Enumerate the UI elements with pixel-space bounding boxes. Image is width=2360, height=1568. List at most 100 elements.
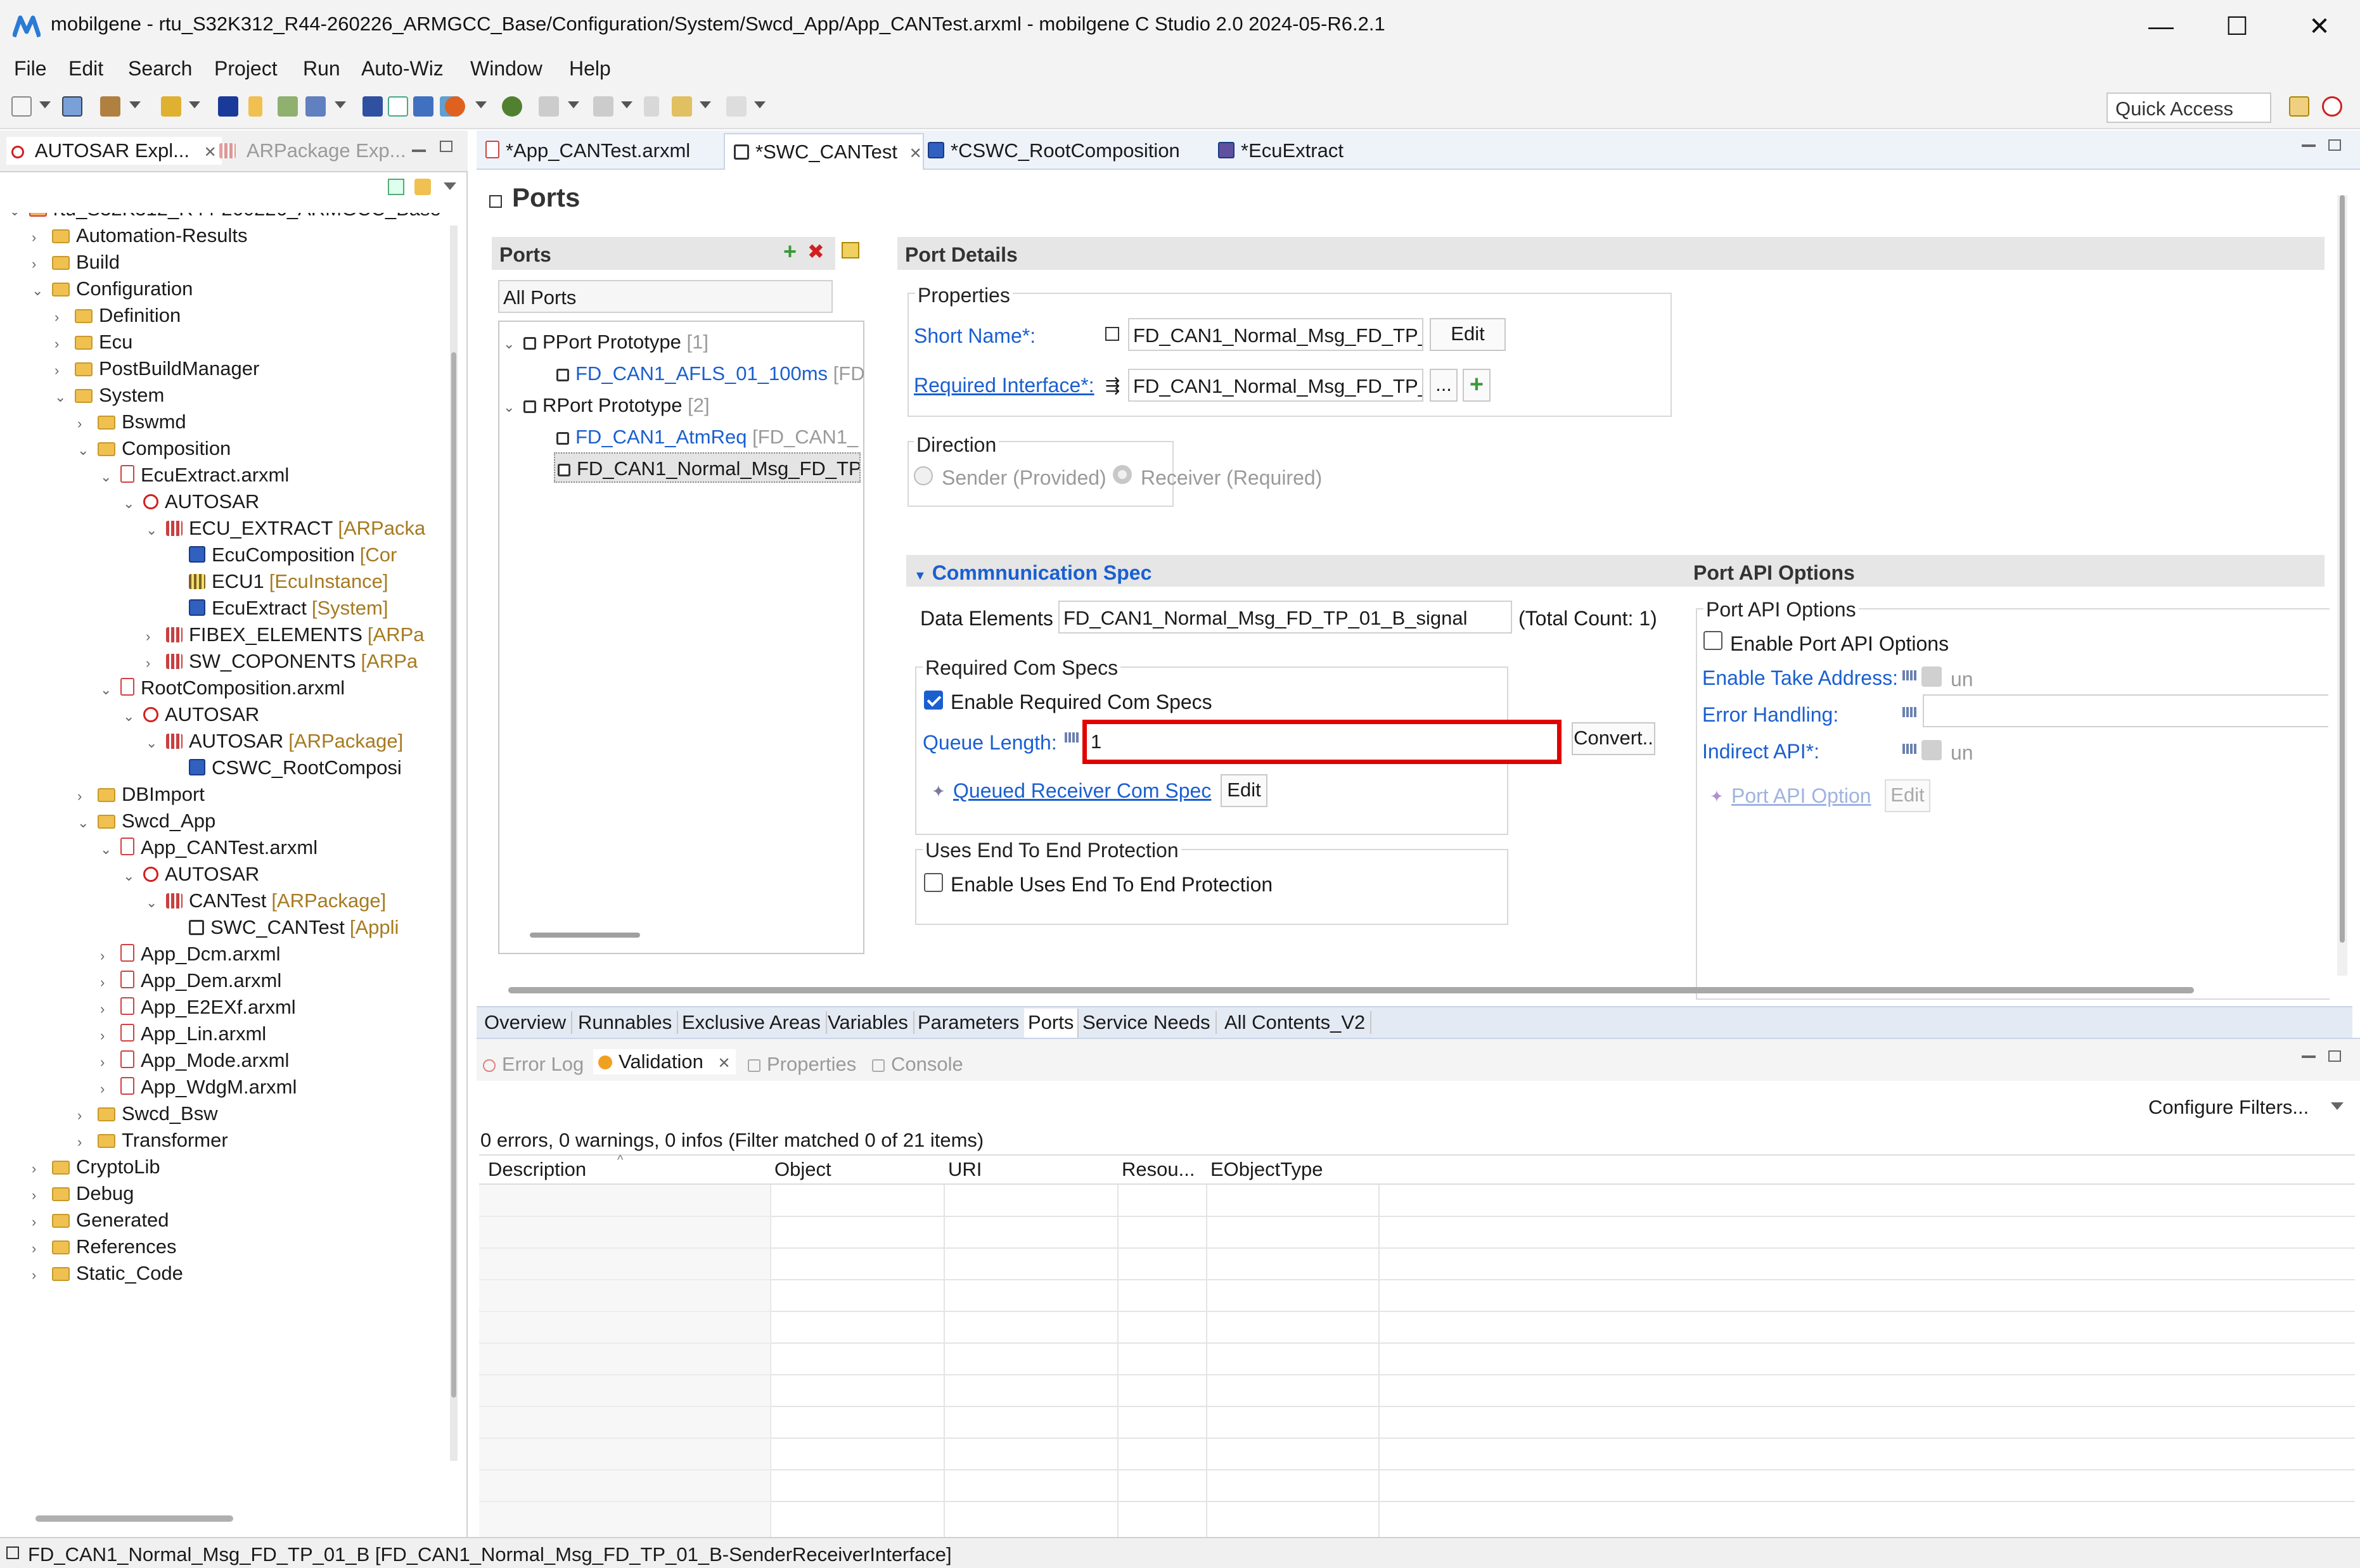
short-name-field[interactable]: FD_CAN1_Normal_Msg_FD_TP_01_B <box>1128 318 1423 351</box>
tree-node[interactable]: ⌄ RootComposition.arxml <box>100 673 345 703</box>
link-with-editor-icon[interactable] <box>414 179 431 195</box>
menu-auto-wiz[interactable]: Auto-Wiz <box>361 57 444 80</box>
tree-node[interactable]: › Static_Code <box>32 1258 183 1289</box>
terminal-icon[interactable] <box>218 96 238 117</box>
port-api-option-edit-button[interactable]: Edit <box>1885 779 1930 812</box>
tree-node-rport-prototype[interactable]: ⌄ RPort Prototype [2] <box>503 390 710 421</box>
enable-e2e-checkbox[interactable] <box>924 873 943 892</box>
tab-ecuextract[interactable]: *EcuExtract <box>1218 139 1344 162</box>
tree-node[interactable]: ⌄ Configuration <box>32 274 193 304</box>
tree-node[interactable]: SWC_CANTest [Appli <box>169 912 399 943</box>
autosar-perspective-icon[interactable] <box>2322 96 2342 117</box>
tree-node[interactable]: › CryptoLib <box>32 1152 160 1182</box>
tab-overview[interactable]: Overview <box>484 1011 573 1034</box>
tree-node[interactable]: › PostBuildManager <box>55 354 259 384</box>
tab-variables[interactable]: Variables <box>828 1011 914 1034</box>
new-dropdown-icon[interactable] <box>39 101 51 108</box>
forward-dropdown-icon[interactable] <box>754 101 766 108</box>
tab-all-contents-v2[interactable]: All Contents_V2 <box>1224 1011 1372 1034</box>
collapse-all-icon[interactable] <box>388 179 404 195</box>
tree-node[interactable]: › SW_COPONENTS [ARPa <box>146 646 418 677</box>
tab-service-needs[interactable]: Service Needs <box>1082 1011 1217 1034</box>
import-dropdown-icon[interactable] <box>335 101 346 108</box>
debug-icon[interactable] <box>445 96 465 117</box>
save-icon[interactable] <box>62 96 82 117</box>
edit-port-icon[interactable] <box>842 242 859 258</box>
add-port-icon[interactable]: + <box>783 240 797 263</box>
column-uri[interactable]: URI <box>948 1158 982 1181</box>
short-name-edit-button[interactable]: Edit <box>1430 318 1506 351</box>
tree-node[interactable]: ⌄ AUTOSAR [ARPackage] <box>146 726 403 756</box>
column-eobjecttype[interactable]: EObjectType <box>1210 1158 1323 1181</box>
tree-node[interactable]: › Transformer <box>77 1125 228 1156</box>
tree-node[interactable]: › App_E2EXf.arxml <box>100 992 296 1023</box>
chevron-down-icon[interactable]: ⌄ <box>100 462 114 492</box>
tree-node[interactable]: › App_Mode.arxml <box>100 1045 289 1076</box>
tree-node[interactable]: ⌄ AUTOSAR <box>123 859 259 889</box>
tree-node[interactable]: › App_Dcm.arxml <box>100 939 281 969</box>
window-icon[interactable] <box>388 96 408 117</box>
run-icon[interactable] <box>502 96 522 117</box>
tree-node[interactable]: › App_Dem.arxml <box>100 966 281 996</box>
build-icon[interactable] <box>100 96 120 117</box>
tree-node-fd-can1-afls[interactable]: FD_CAN1_AFLS_01_100ms [FD <box>556 359 865 389</box>
link-icon[interactable] <box>413 96 433 117</box>
debug-dropdown-icon[interactable] <box>475 101 487 108</box>
tab-properties[interactable]: Properties <box>748 1053 856 1076</box>
tree-node[interactable]: › Swcd_Bsw <box>77 1099 218 1129</box>
tab-ports[interactable]: Ports <box>1024 1009 1079 1038</box>
tab-error-log[interactable]: Error Log <box>483 1053 584 1076</box>
close-button[interactable]: ✕ <box>2300 9 2338 44</box>
queued-receiver-edit-button[interactable]: Edit <box>1221 774 1267 807</box>
annotation-icon[interactable] <box>593 96 613 117</box>
view-menu-icon[interactable] <box>444 182 456 190</box>
queue-length-input[interactable]: 1 <box>1082 720 1562 764</box>
required-interface-field[interactable]: FD_CAN1_Normal_Msg_FD_TP_01_B [/DBCImpor <box>1128 369 1423 402</box>
chevron-down-icon[interactable]: ⌄ <box>77 435 91 466</box>
tab-app-cantest-arxml[interactable]: *App_CANTest.arxml <box>485 139 690 162</box>
tree-node[interactable]: › Debug <box>32 1178 134 1209</box>
enable-required-com-specs-checkbox[interactable] <box>924 691 943 710</box>
forward-icon[interactable] <box>726 96 747 117</box>
ports-tree-scrollbar[interactable] <box>530 933 640 938</box>
column-resource[interactable]: Resou... <box>1122 1158 1195 1181</box>
tree-node[interactable]: ⌄ Composition <box>77 433 231 464</box>
chevron-down-icon[interactable]: ⌄ <box>146 888 160 918</box>
column-object[interactable]: Object <box>774 1158 831 1181</box>
browse-interface-button[interactable]: ... <box>1430 369 1458 402</box>
copy-icon[interactable] <box>539 96 559 117</box>
menu-run[interactable]: Run <box>303 57 340 80</box>
take-address-select[interactable] <box>1921 666 1942 687</box>
chevron-down-icon[interactable]: ⌄ <box>55 382 68 412</box>
minimize-button[interactable]: — <box>2142 9 2180 44</box>
error-handling-select[interactable] <box>1923 694 2328 727</box>
tab-validation[interactable]: Validation ✕ <box>593 1049 736 1074</box>
minimize-validation-icon[interactable] <box>2302 1055 2316 1058</box>
tree-node[interactable]: EcuComposition [Cor <box>169 540 397 570</box>
receiver-radio[interactable] <box>1113 465 1132 484</box>
chevron-down-icon[interactable]: ⌄ <box>9 213 23 226</box>
minimize-view-icon[interactable] <box>412 150 426 152</box>
perspective-icon[interactable] <box>2289 96 2309 117</box>
close-icon[interactable]: ✕ <box>204 144 217 161</box>
tab-console[interactable]: Console <box>872 1053 963 1076</box>
tree-node[interactable]: › Build <box>32 247 120 277</box>
maximize-view-icon[interactable] <box>440 141 452 152</box>
menu-search[interactable]: Search <box>128 57 192 80</box>
explorer-horizontal-scrollbar[interactable] <box>35 1515 233 1522</box>
tab-cswc-rootcomposition[interactable]: *CSWC_RootComposition <box>928 139 1180 162</box>
tree-node[interactable]: ⌄ System <box>55 380 164 411</box>
tab-parameters[interactable]: Parameters <box>918 1011 1026 1034</box>
chevron-down-icon[interactable]: ⌄ <box>32 276 46 306</box>
back-dropdown-icon[interactable] <box>700 101 711 108</box>
chevron-down-icon[interactable]: ⌄ <box>77 808 91 838</box>
tree-node[interactable]: › Automation-Results <box>32 220 248 251</box>
sender-radio[interactable] <box>914 466 933 485</box>
convert-button[interactable]: Convert.. <box>1572 722 1655 755</box>
tree-node[interactable]: ⌄ ECU_EXTRACT [ARPacka <box>146 513 425 544</box>
chevron-down-icon[interactable]: ⌄ <box>100 675 114 705</box>
tab-swc-cantest[interactable]: *SWC_CANTest ✕ <box>724 133 924 170</box>
new-icon[interactable] <box>11 96 32 117</box>
chevron-down-icon[interactable]: ⌄ <box>123 861 137 891</box>
tree-node[interactable]: ⌄ AUTOSAR <box>123 699 259 730</box>
